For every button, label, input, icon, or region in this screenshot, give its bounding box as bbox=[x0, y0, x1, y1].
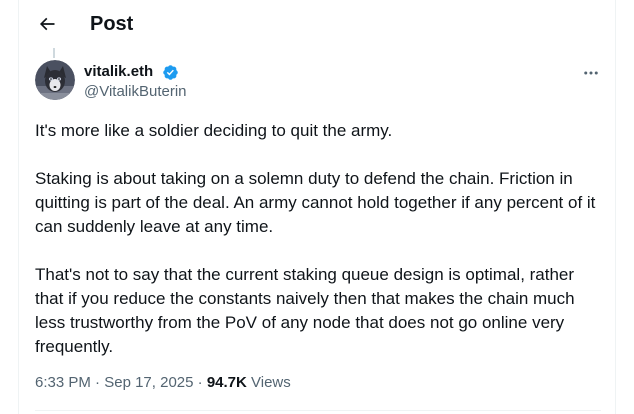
views-count: 94.7K bbox=[206, 374, 247, 391]
page-title: Post bbox=[90, 13, 134, 35]
post-paragraph: That's not to say that the current staki… bbox=[35, 265, 580, 356]
post-detail-panel: Post vitalik.eth @VitalikButerin It's mo… bbox=[18, 0, 616, 414]
post-paragraph: Staking is about taking on a solemn duty… bbox=[35, 169, 601, 236]
author-handle[interactable]: @VitalikButerin bbox=[84, 83, 187, 101]
arrow-left-icon bbox=[39, 17, 55, 31]
post-text: It's more like a soldier deciding to qui… bbox=[35, 119, 607, 359]
more-horizontal-icon bbox=[584, 71, 598, 75]
post-time[interactable]: 6:33 PM bbox=[35, 374, 91, 391]
more-options-button[interactable] bbox=[580, 62, 602, 84]
thread-connector-line bbox=[53, 48, 55, 58]
author-name[interactable]: vitalik.eth bbox=[84, 63, 153, 81]
verified-badge-icon bbox=[163, 65, 178, 80]
meta-separator: · bbox=[95, 374, 101, 391]
avatar-image bbox=[35, 60, 75, 100]
post-metadata: 6:33 PM · Sep 17, 2025 · 94.7K Views bbox=[35, 374, 291, 392]
divider bbox=[35, 410, 601, 411]
page-header: Post bbox=[19, 0, 615, 48]
meta-separator: · bbox=[197, 374, 203, 391]
post-date[interactable]: Sep 17, 2025 bbox=[104, 374, 193, 391]
post-paragraph: It's more like a soldier deciding to qui… bbox=[35, 121, 393, 140]
back-button[interactable] bbox=[31, 8, 63, 40]
views-label: Views bbox=[251, 374, 291, 391]
avatar[interactable] bbox=[35, 60, 75, 100]
